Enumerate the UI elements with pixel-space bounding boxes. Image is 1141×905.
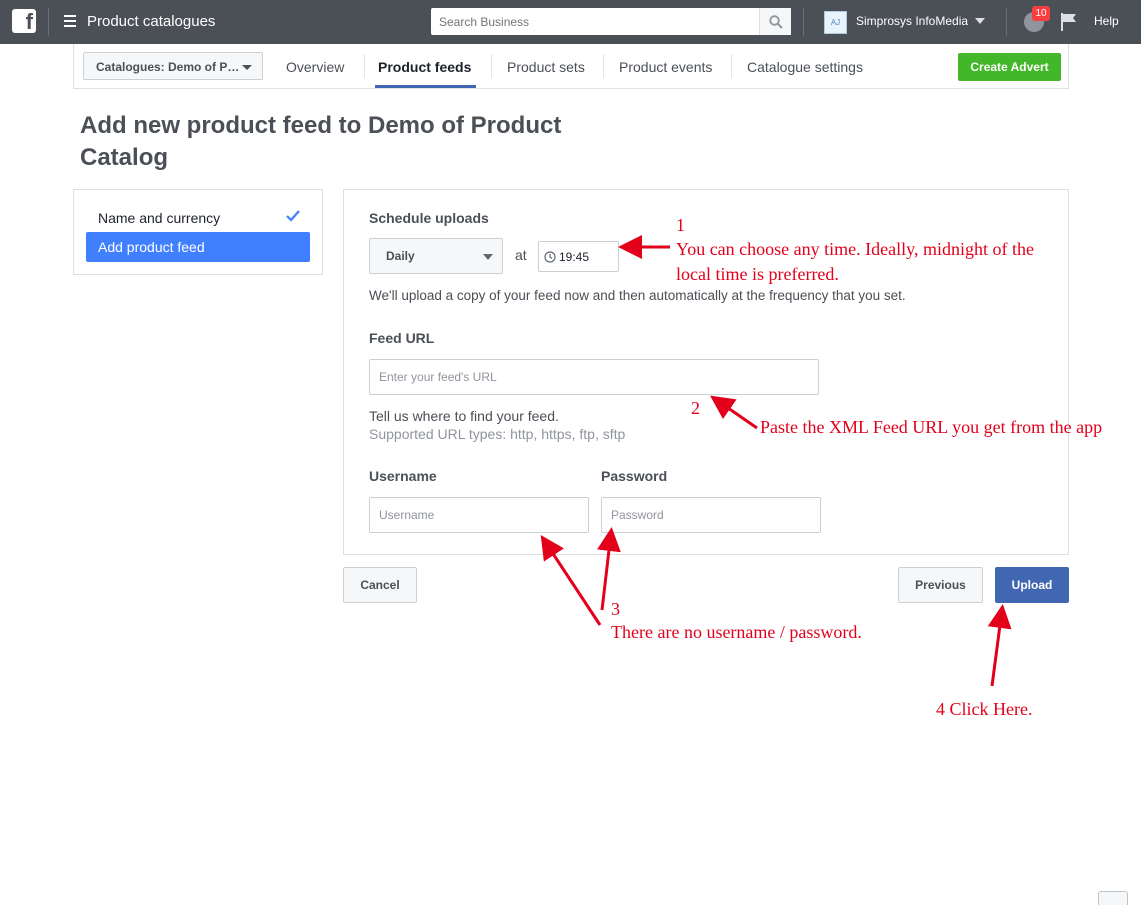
top-bar: f Product catalogues AJ Simprosys InfoMe… xyxy=(0,0,1141,44)
app-title[interactable]: Product catalogues xyxy=(87,13,215,30)
facebook-logo-icon[interactable]: f xyxy=(12,9,36,34)
at-label: at xyxy=(515,247,527,263)
time-input[interactable]: 19:45 xyxy=(538,241,619,272)
schedule-uploads-label: Schedule uploads xyxy=(369,210,489,226)
notification-badge: 10 xyxy=(1032,6,1050,21)
username-label: Username xyxy=(369,468,437,484)
annotation-1-text-line2: local time is preferred. xyxy=(676,264,839,284)
cancel-button[interactable]: Cancel xyxy=(343,567,417,603)
annotation-4-arrow xyxy=(987,604,1012,687)
account-avatar[interactable]: AJ xyxy=(824,11,847,34)
step-add-product-feed[interactable]: Add product feed xyxy=(86,232,310,262)
chevron-down-icon xyxy=(242,65,252,70)
annotation-3-number: 3 xyxy=(611,599,620,619)
annotation-2-number: 2 xyxy=(691,398,700,418)
annotation-2-text: Paste the XML Feed URL you get from the … xyxy=(760,417,1103,437)
password-label: Password xyxy=(601,468,668,484)
steps-sidebar: Name and currency Add product feed xyxy=(73,189,323,275)
tab-separator xyxy=(731,54,732,78)
divider xyxy=(803,8,804,36)
flag-icon[interactable] xyxy=(1060,12,1078,32)
previous-button[interactable]: Previous xyxy=(898,567,983,603)
annotation-1-number: 1 xyxy=(676,215,685,235)
chevron-down-icon xyxy=(483,254,493,260)
account-name[interactable]: Simprosys InfoMedia xyxy=(856,14,968,28)
create-advert-button[interactable]: Create Advert xyxy=(958,53,1061,81)
help-link[interactable]: Help xyxy=(1094,14,1119,28)
menu-icon[interactable] xyxy=(64,15,76,30)
annotation-4-text: 4 Click Here. xyxy=(936,699,1033,719)
search-box xyxy=(431,8,791,35)
tab-product-sets[interactable]: Product sets xyxy=(507,59,585,75)
annotation-3-text: There are no username / password. xyxy=(611,622,862,642)
active-tab-indicator xyxy=(375,85,476,88)
search-button[interactable] xyxy=(759,8,791,35)
divider xyxy=(48,8,49,36)
password-input[interactable] xyxy=(601,497,821,533)
username-input[interactable] xyxy=(369,497,589,533)
feed-url-input[interactable] xyxy=(369,359,819,395)
step-name-and-currency[interactable]: Name and currency xyxy=(98,210,220,226)
tab-product-events[interactable]: Product events xyxy=(619,59,712,75)
annotation-1-text-line1: You can choose any time. Ideally, midnig… xyxy=(676,239,1034,259)
frequency-select[interactable]: Daily xyxy=(369,238,503,274)
feed-url-help-text: Tell us where to find your feed. xyxy=(369,408,559,424)
catalogue-selector[interactable]: Catalogues: Demo of P… xyxy=(83,52,263,80)
tab-separator xyxy=(491,54,492,78)
catalogue-nav: Catalogues: Demo of P… Overview Product … xyxy=(73,44,1069,89)
search-icon xyxy=(769,15,783,29)
page-title: Add new product feed to Demo of Product … xyxy=(80,112,562,171)
feed-url-types-text: Supported URL types: http, https, ftp, s… xyxy=(369,426,626,442)
time-value: 19:45 xyxy=(559,250,590,264)
tab-overview[interactable]: Overview xyxy=(286,59,344,75)
tab-catalogue-settings[interactable]: Catalogue settings xyxy=(747,59,863,75)
upload-button[interactable]: Upload xyxy=(995,567,1069,603)
divider xyxy=(1006,8,1007,36)
tab-separator xyxy=(603,54,604,78)
search-input[interactable] xyxy=(431,8,759,35)
catalogue-selector-label: Catalogues: Demo of P… xyxy=(96,60,240,74)
feed-url-label: Feed URL xyxy=(369,330,435,346)
chevron-down-icon[interactable] xyxy=(975,18,985,24)
tab-product-feeds[interactable]: Product feeds xyxy=(378,59,471,75)
checkmark-icon xyxy=(286,210,300,222)
schedule-help-text: We'll upload a copy of your feed now and… xyxy=(369,288,906,303)
clock-icon xyxy=(544,251,556,263)
frequency-value: Daily xyxy=(386,249,415,263)
tab-separator xyxy=(364,54,365,78)
